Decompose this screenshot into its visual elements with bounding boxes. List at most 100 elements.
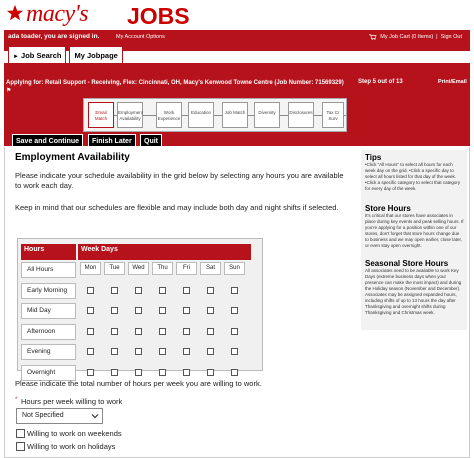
- day-header-wed[interactable]: Wed: [128, 262, 149, 275]
- availability-checkbox[interactable]: [231, 327, 238, 335]
- availability-checkbox[interactable]: [231, 286, 238, 294]
- row-label-early-morning[interactable]: Early Morning: [21, 282, 76, 299]
- step-label: Tax Cr Surv: [326, 110, 340, 121]
- availability-checkbox[interactable]: [87, 307, 94, 314]
- availability-checkbox[interactable]: [183, 348, 190, 355]
- tips-title: Tips: [365, 153, 382, 162]
- required-marker: *: [15, 397, 18, 403]
- job-cart-link[interactable]: My Job Cart (0 Items): [380, 34, 433, 40]
- step-employment-availability[interactable]: Employment Availability: [117, 102, 143, 128]
- availability-checkbox[interactable]: [183, 368, 190, 376]
- availability-checkbox[interactable]: [135, 348, 142, 355]
- weekends-checkbox[interactable]: [16, 429, 25, 438]
- availability-checkbox[interactable]: [135, 368, 142, 376]
- step-label: Employment Availability: [118, 110, 144, 121]
- availability-checkbox[interactable]: [183, 286, 190, 294]
- job-title: Retail Support - Receiving, Flex: Cincin…: [45, 80, 344, 86]
- account-options-link[interactable]: My Account Options: [116, 34, 165, 40]
- macys-logo: macy's: [26, 1, 89, 27]
- step-education[interactable]: Education: [188, 102, 214, 128]
- step-label: Disclosures: [289, 110, 313, 115]
- holidays-checkbox[interactable]: [16, 442, 25, 451]
- seasonal-hours-title: Seasonal Store Hours: [365, 259, 449, 268]
- step-email-match[interactable]: Email Match: [88, 102, 114, 128]
- weekends-label: Willing to work on weekends: [27, 429, 122, 438]
- availability-checkbox[interactable]: [159, 348, 166, 355]
- availability-checkbox[interactable]: [111, 307, 118, 314]
- step-indicator: Step 5 out of 13: [358, 79, 403, 85]
- availability-checkbox[interactable]: [207, 307, 214, 314]
- sign-out-link[interactable]: Sign Out: [441, 34, 462, 40]
- step-label: Diversity: [258, 110, 276, 115]
- availability-checkbox[interactable]: [207, 368, 214, 376]
- step-disclosures[interactable]: Disclosures: [288, 102, 314, 128]
- instructions-text: Please indicate your schedule availabili…: [15, 171, 344, 190]
- store-hours-title: Store Hours: [365, 204, 411, 213]
- availability-checkbox[interactable]: [159, 368, 166, 376]
- signed-in-text: ada toader, you are signed in.: [8, 33, 100, 40]
- availability-checkbox[interactable]: [135, 327, 142, 335]
- availability-checkbox[interactable]: [231, 307, 238, 314]
- step-tax-credit[interactable]: Tax Cr Surv: [322, 102, 344, 128]
- step-label: Education: [190, 110, 211, 115]
- availability-checkbox[interactable]: [87, 368, 94, 376]
- availability-checkbox[interactable]: [135, 307, 142, 314]
- hours-per-week-label: Hours per week willing to work: [21, 397, 123, 406]
- row-label-mid-day[interactable]: Mid Day: [21, 303, 76, 319]
- cart-icon[interactable]: [369, 33, 377, 40]
- step-label: Email Match: [94, 110, 108, 121]
- availability-checkbox[interactable]: [87, 327, 94, 335]
- row-label-afternoon[interactable]: Afternoon: [21, 323, 76, 340]
- availability-checkbox[interactable]: [183, 327, 190, 335]
- step-work-experience[interactable]: Work Experience: [156, 102, 182, 128]
- availability-checkbox[interactable]: [231, 368, 238, 376]
- row-label-evening[interactable]: Evening: [21, 344, 76, 360]
- applying-for-text: Applying for: Retail Support - Receiving…: [6, 79, 346, 95]
- step-job-match[interactable]: Job Match: [222, 102, 248, 128]
- holidays-label: Willing to work on holidays: [27, 442, 116, 451]
- row-label-all-hours[interactable]: All Hours: [21, 262, 76, 278]
- availability-checkbox[interactable]: [111, 368, 118, 376]
- day-header-mon[interactable]: Mon: [80, 262, 101, 275]
- store-hours-text: It's critical that our stores have assoc…: [365, 213, 464, 248]
- availability-checkbox[interactable]: [207, 327, 214, 335]
- availability-checkbox[interactable]: [231, 348, 238, 355]
- step-label: Work Experience: [157, 110, 181, 121]
- availability-checkbox[interactable]: [183, 307, 190, 314]
- hours-per-week-select[interactable]: Not Specified: [16, 408, 103, 424]
- day-header-tue[interactable]: Tue: [104, 262, 125, 275]
- tab-job-search[interactable]: ► Job Search: [8, 46, 67, 63]
- availability-checkbox[interactable]: [159, 327, 166, 335]
- chevron-down-icon[interactable]: [91, 412, 99, 420]
- availability-checkbox[interactable]: [87, 286, 94, 294]
- finish-later-button[interactable]: Finish Later: [88, 134, 136, 147]
- play-arrow-icon: ►: [13, 54, 19, 60]
- availability-checkbox[interactable]: [111, 327, 118, 335]
- day-header-sat[interactable]: Sat: [200, 262, 221, 275]
- availability-checkbox[interactable]: [111, 286, 118, 294]
- step-diversity[interactable]: Diversity: [254, 102, 280, 128]
- availability-checkbox[interactable]: [111, 348, 118, 355]
- day-header-thu[interactable]: Thu: [152, 262, 173, 275]
- step-label: Job Match: [224, 110, 246, 115]
- cart-area: My Job Cart (0 Items) | Sign Out: [369, 34, 462, 40]
- star-logo-icon: [6, 4, 24, 21]
- tips-text: •Click "All Hours" to select all hours f…: [365, 162, 461, 191]
- tab-my-jobpage[interactable]: My Jobpage: [69, 46, 123, 63]
- day-header-fri[interactable]: Fri: [176, 262, 197, 275]
- availability-checkbox[interactable]: [207, 348, 214, 355]
- quit-button[interactable]: Quit: [140, 134, 162, 147]
- save-and-continue-button[interactable]: Save and Continue: [12, 134, 84, 147]
- flag-icon: ⚑: [6, 88, 12, 94]
- applying-prefix: Applying for:: [6, 80, 44, 86]
- availability-checkbox[interactable]: [159, 307, 166, 314]
- availability-checkbox[interactable]: [87, 348, 94, 355]
- main-tabs: ► Job Search My Jobpage: [8, 46, 123, 63]
- tab-label: Job Search: [21, 51, 62, 60]
- availability-checkbox[interactable]: [159, 286, 166, 294]
- separator: |: [436, 33, 438, 40]
- print-email-link[interactable]: Print/Email: [438, 79, 467, 85]
- availability-checkbox[interactable]: [207, 286, 214, 294]
- availability-checkbox[interactable]: [135, 286, 142, 294]
- day-header-sun[interactable]: Sun: [224, 262, 245, 275]
